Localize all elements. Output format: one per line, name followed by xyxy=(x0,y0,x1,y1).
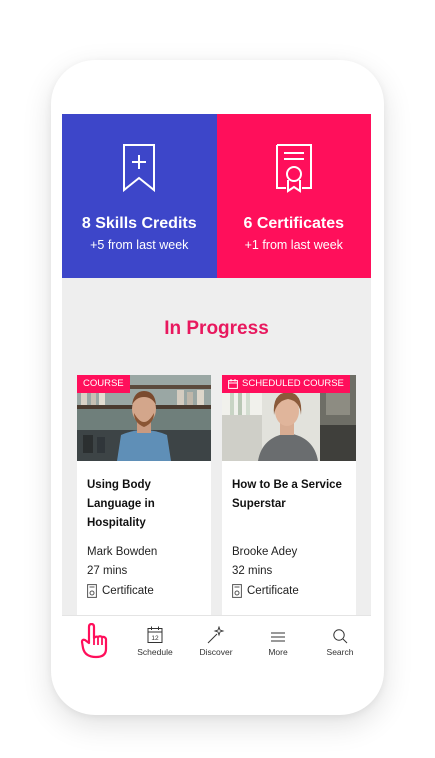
nav-label: Schedule xyxy=(137,647,173,657)
pointing-hand-logo-icon xyxy=(64,621,124,659)
course-author: Brooke Adey xyxy=(232,546,298,558)
course-duration: 32 mins xyxy=(232,565,273,577)
menu-icon xyxy=(248,622,308,644)
nav-label: Discover xyxy=(199,647,233,657)
skills-credits-change: +5 from last week xyxy=(90,238,189,252)
course-type-badge: COURSE xyxy=(77,375,130,393)
certificate-icon xyxy=(87,584,97,598)
certificates-count: 6 Certificates xyxy=(243,215,345,232)
course-author: Mark Bowden xyxy=(87,546,158,558)
nav-search[interactable]: Search xyxy=(310,622,370,657)
certificate-icon xyxy=(217,143,372,193)
certificates-tile[interactable]: 6 Certificates +1 from last week xyxy=(216,114,372,278)
certificate-label: Certificate xyxy=(247,585,299,597)
certificate-indicator: Certificate xyxy=(232,584,299,598)
calendar-icon xyxy=(228,379,238,389)
bottom-nav: 12 Schedule Discover More Search xyxy=(62,615,371,674)
course-duration: 27 mins xyxy=(87,565,128,577)
app-screen: 8 Skills Credits +5 from last week 6 Cer… xyxy=(62,114,371,674)
certificate-icon xyxy=(232,584,242,598)
search-icon xyxy=(310,622,370,644)
course-card[interactable]: COURSE Using Body Language in Hospitalit… xyxy=(77,375,211,630)
nav-label: More xyxy=(268,647,288,657)
stats-banner: 8 Skills Credits +5 from last week 6 Cer… xyxy=(62,114,371,278)
certificates-change: +1 from last week xyxy=(244,238,343,252)
phone-frame: 8 Skills Credits +5 from last week 6 Cer… xyxy=(51,60,384,715)
calendar-day: 12 xyxy=(151,635,159,642)
badge-label: SCHEDULED COURSE xyxy=(242,378,344,389)
section-title: In Progress xyxy=(164,318,269,339)
nav-label: Search xyxy=(326,647,354,657)
magic-wand-icon xyxy=(186,622,246,644)
course-card[interactable]: SCHEDULED COURSE How to Be a Service Sup… xyxy=(222,375,356,630)
nav-schedule[interactable]: 12 Schedule xyxy=(125,622,185,657)
badge-label: COURSE xyxy=(83,378,124,389)
certificate-indicator: Certificate xyxy=(87,584,154,598)
skills-credits-tile[interactable]: 8 Skills Credits +5 from last week xyxy=(62,114,217,278)
nav-discover[interactable]: Discover xyxy=(186,622,246,657)
course-title: Using Body Language in Hospitality xyxy=(87,479,155,529)
course-title: How to Be a Service Superstar xyxy=(232,479,342,510)
certificate-label: Certificate xyxy=(102,585,154,597)
nav-more[interactable]: More xyxy=(248,622,308,657)
course-type-badge: SCHEDULED COURSE xyxy=(222,375,350,393)
calendar-icon: 12 xyxy=(125,622,185,644)
skills-credits-count: 8 Skills Credits xyxy=(81,215,197,232)
home-logo-button[interactable] xyxy=(64,621,124,662)
bookmark-plus-icon xyxy=(62,143,217,193)
